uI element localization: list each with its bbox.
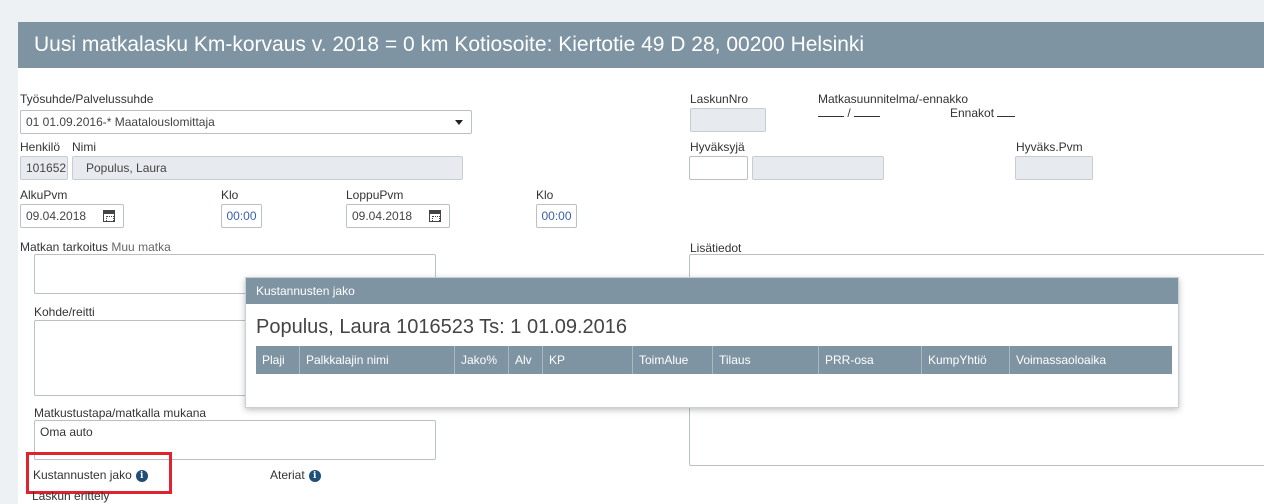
travel-mode-label: Matkustustapa/matkalla mukana (34, 406, 207, 420)
travel-plan-refs: / (818, 106, 881, 120)
cost-split-table-header: Plaji Palkkalajin nimi Jako% Alv KP Toim… (256, 346, 1172, 374)
column-header[interactable]: Palkkalajin nimi (300, 346, 455, 374)
travel-plan-blank (818, 107, 844, 117)
advances-label: Ennakot (950, 106, 995, 120)
person-label: Henkilö (20, 140, 61, 154)
travel-invoice-page: Uusi matkalasku Km-korvaus v. 2018 = 0 k… (18, 22, 1264, 504)
cost-split-popup: Kustannusten jako Populus, Laura 1016523… (245, 277, 1179, 408)
column-header[interactable]: PRR-osa (819, 346, 922, 374)
approver-name-field (752, 156, 884, 180)
end-date-field[interactable]: 09.04.2018 (346, 204, 450, 228)
end-time-label: Klo (536, 188, 554, 202)
column-header[interactable]: Plaji (256, 346, 300, 374)
cost-split-link[interactable]: Kustannusten jako i (33, 468, 148, 482)
travel-plan-sep: / (847, 106, 851, 120)
column-header[interactable]: Tilaus (713, 346, 819, 374)
calendar-icon[interactable] (103, 210, 115, 222)
advances: Ennakot (950, 106, 1016, 120)
info-icon[interactable]: i (308, 469, 321, 482)
employment-label: Työsuhde/Palvelussuhde (20, 92, 154, 106)
approver-label: Hyväksyjä (690, 140, 745, 154)
purpose-label: Matkan tarkoitus Muu matka (20, 240, 171, 254)
start-date-label: AlkuPvm (20, 188, 68, 202)
column-header[interactable]: KP (543, 346, 633, 374)
person-number-field: 101652 (20, 156, 68, 180)
start-date-field[interactable]: 09.04.2018 (20, 204, 124, 228)
purpose-label-text: Matkan tarkoitus (20, 240, 109, 254)
advances-blank (997, 107, 1016, 117)
meals-label: Ateriat (270, 468, 305, 482)
approval-date-field (1015, 156, 1093, 180)
additional-info-label: Lisätiedot (690, 241, 742, 255)
popup-title: Populus, Laura 1016523 Ts: 1 01.09.2016 (256, 316, 628, 338)
approver-code-input[interactable] (689, 156, 748, 180)
invoice-detail-label: Laskun erittely (32, 489, 110, 503)
destination-label: Kohde/reitti (34, 305, 95, 319)
column-header[interactable]: KumpYhtiö (922, 346, 1010, 374)
name-field: Populus, Laura (72, 156, 463, 180)
invoice-number-field (690, 108, 766, 132)
end-date-label: LoppuPvm (346, 188, 404, 202)
name-label: Nimi (72, 140, 96, 154)
chevron-down-icon (455, 120, 463, 125)
column-header[interactable]: Jako% (455, 346, 509, 374)
info-icon[interactable]: i (135, 469, 148, 482)
column-header[interactable]: ToimAlue (633, 346, 713, 374)
start-date-value: 09.04.2018 (26, 209, 87, 223)
travel-plan-label: Matkasuunnitelma/-ennakko (818, 92, 969, 106)
column-header[interactable]: Voimassaoloaika (1010, 346, 1172, 374)
employment-select[interactable]: 01 01.09.2016-* Maatalouslomittaja (20, 110, 472, 134)
cost-split-label: Kustannusten jako (33, 468, 132, 482)
approval-date-label: Hyväks.Pvm (1016, 140, 1083, 154)
end-time-field[interactable]: 00:00 (536, 204, 577, 228)
calendar-icon[interactable] (429, 210, 441, 222)
purpose-hint: Muu matka (111, 240, 171, 254)
page-title: Uusi matkalasku Km-korvaus v. 2018 = 0 k… (18, 22, 1264, 68)
start-time-label: Klo (221, 188, 239, 202)
column-header[interactable]: Alv (509, 346, 543, 374)
end-date-value: 09.04.2018 (352, 209, 413, 223)
start-time-field[interactable]: 00:00 (221, 204, 262, 228)
popup-header: Kustannusten jako (246, 278, 1178, 304)
travel-plan-blank (854, 107, 881, 117)
invoice-number-label: LaskunNro (690, 92, 749, 106)
employment-select-value: 01 01.09.2016-* Maatalouslomittaja (26, 115, 215, 129)
meals-link[interactable]: Ateriat i (270, 468, 321, 482)
